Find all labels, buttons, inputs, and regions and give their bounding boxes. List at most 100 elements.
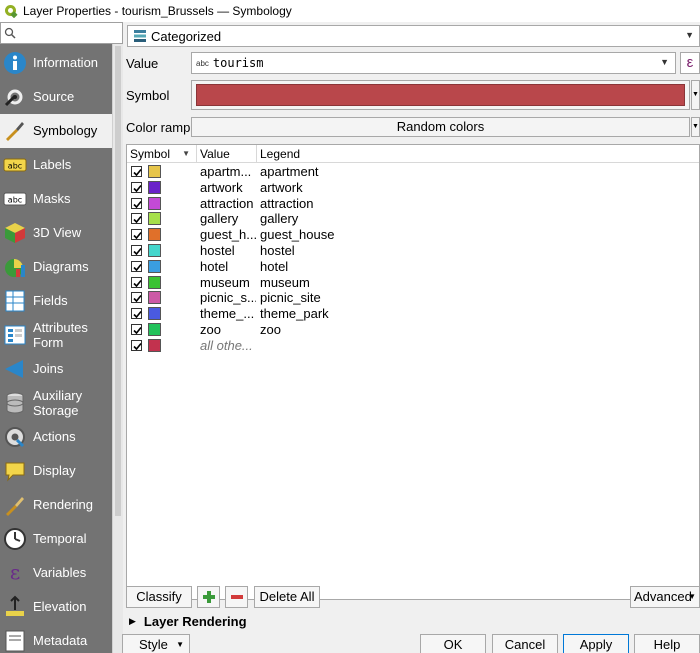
symbol-swatch[interactable]	[148, 338, 161, 352]
layer-rendering-section[interactable]: ▶ Layer Rendering	[129, 614, 247, 629]
category-checkbox[interactable]	[131, 229, 142, 241]
category-checkbox[interactable]	[131, 292, 142, 304]
apply-button[interactable]: Apply	[563, 634, 629, 653]
symbol-swatch[interactable]	[148, 259, 161, 273]
advanced-button[interactable]: Advanced ▼	[630, 586, 700, 608]
category-checkbox[interactable]	[131, 166, 142, 177]
column-header-value[interactable]: Value	[197, 145, 257, 163]
symbol-swatch[interactable]	[148, 180, 161, 194]
sidebar-item-variables[interactable]: ε Variables	[0, 556, 112, 590]
help-button[interactable]: Help	[634, 634, 700, 653]
sidebar-item-actions[interactable]: Actions	[0, 420, 112, 454]
checkmark-icon	[133, 184, 142, 192]
add-category-button[interactable]	[197, 586, 220, 608]
sidebar-item-3d-view[interactable]: 3D View	[0, 216, 112, 250]
column-header-symbol[interactable]: Symbol ▼	[127, 145, 197, 163]
sidebar-item-information[interactable]: Information	[0, 46, 112, 80]
symbol-swatch[interactable]	[148, 275, 161, 289]
renderer-type-select[interactable]: Categorized ▼	[127, 25, 700, 47]
3d-view-icon	[5, 223, 25, 243]
style-button[interactable]: Style ▼	[122, 634, 190, 653]
symbol-dropdown-button[interactable]: ▼	[691, 80, 700, 110]
symbol-preview	[196, 84, 685, 106]
symbol-swatch[interactable]	[148, 244, 161, 257]
table-row[interactable]: gallery gallery	[127, 211, 699, 227]
variables-icon: ε	[10, 561, 20, 584]
value-field-select[interactable]: abc tourism ▼	[191, 52, 676, 74]
sidebar-item-display[interactable]: Display	[0, 454, 112, 488]
checkmark-icon	[133, 263, 142, 271]
symbol-button[interactable]	[191, 80, 690, 110]
table-row[interactable]: artwork artwork	[127, 180, 699, 196]
sidebar-item-label: Information	[33, 55, 99, 70]
symbol-swatch[interactable]	[148, 212, 161, 226]
attributes-form-icon	[4, 325, 26, 345]
table-row[interactable]: hotel hotel	[127, 259, 699, 275]
table-row[interactable]: all othe...	[127, 338, 699, 354]
category-checkbox[interactable]	[131, 324, 142, 335]
sidebar-item-label: Attributes Form	[33, 320, 88, 350]
minus-icon	[230, 595, 243, 599]
sidebar-item-joins[interactable]: Joins	[0, 352, 112, 386]
plus-icon	[202, 591, 215, 603]
sidebar-item-rendering[interactable]: Rendering	[0, 488, 112, 522]
svg-text:ε: ε	[10, 561, 20, 584]
symbol-swatch[interactable]	[148, 165, 161, 178]
expression-button[interactable]: ε	[680, 52, 700, 74]
sidebar-item-labels[interactable]: abc Labels	[0, 148, 112, 182]
sidebar-item-temporal[interactable]: Temporal	[0, 522, 112, 556]
title-bar: Layer Properties - tourism_Brussels — Sy…	[0, 0, 700, 22]
category-value: hotel	[200, 258, 229, 274]
sidebar-item-elevation[interactable]: Elevation	[0, 590, 112, 624]
cancel-button[interactable]: Cancel	[492, 634, 558, 653]
table-row[interactable]: picnic_s... picnic_site	[127, 290, 699, 306]
remove-category-button[interactable]	[225, 586, 248, 608]
category-checkbox[interactable]	[131, 276, 142, 288]
scrollbar-thumb[interactable]	[115, 46, 121, 516]
category-value: hostel	[200, 243, 235, 258]
sidebar-scrollbar[interactable]	[112, 44, 123, 653]
category-checkbox[interactable]	[131, 181, 142, 193]
symbol-swatch[interactable]	[148, 307, 161, 321]
sidebar-item-auxiliary-storage[interactable]: Auxiliary Storage	[0, 386, 112, 420]
sidebar-item-source[interactable]: Source	[0, 80, 112, 114]
category-checkbox[interactable]	[131, 213, 142, 225]
table-row[interactable]: attraction attraction	[127, 196, 699, 212]
table-row[interactable]: theme_... theme_park	[127, 306, 699, 322]
symbol-swatch[interactable]	[148, 291, 161, 305]
svg-text:abc: abc	[8, 196, 22, 205]
sidebar-item-label: Variables	[33, 565, 87, 580]
sidebar-item-attributes-form[interactable]: Attributes Form	[0, 318, 112, 352]
category-legend: theme_park	[260, 306, 329, 322]
table-row[interactable]: zoo zoo	[127, 322, 699, 338]
sidebar-search-input[interactable]	[0, 22, 123, 44]
sidebar-item-fields[interactable]: Fields	[0, 284, 112, 318]
table-row[interactable]: hostel hostel	[127, 243, 699, 259]
chevron-down-icon: ▼	[688, 592, 696, 601]
column-header-legend[interactable]: Legend	[257, 145, 699, 163]
category-checkbox[interactable]	[131, 245, 142, 256]
classify-button[interactable]: Classify	[126, 586, 192, 608]
ok-button[interactable]: OK	[420, 634, 486, 653]
sidebar-item-masks[interactable]: abc Masks	[0, 182, 112, 216]
category-checkbox[interactable]	[131, 197, 142, 209]
labels-icon: abc	[3, 158, 27, 172]
sidebar-item-metadata[interactable]: Metadata	[0, 624, 112, 653]
color-ramp-dropdown-button[interactable]: ▼	[691, 117, 700, 137]
table-row[interactable]: guest_h... guest_house	[127, 227, 699, 243]
delete-all-button[interactable]: Delete All	[254, 586, 320, 608]
category-checkbox[interactable]	[131, 260, 142, 272]
sidebar-item-symbology[interactable]: Symbology	[0, 114, 112, 148]
color-ramp-button[interactable]: Random colors	[191, 117, 690, 137]
symbol-swatch[interactable]	[148, 196, 161, 210]
category-checkbox[interactable]	[131, 339, 142, 351]
sidebar-item-label: Symbology	[33, 123, 98, 138]
category-checkbox[interactable]	[131, 308, 142, 320]
table-row[interactable]: apartm... apartment	[127, 164, 699, 180]
sidebar-item-label: Source	[33, 89, 75, 104]
sidebar-item-diagrams[interactable]: Diagrams	[0, 250, 112, 284]
table-header: Symbol ▼ Value Legend	[127, 145, 699, 163]
symbol-swatch[interactable]	[148, 228, 161, 242]
symbol-swatch[interactable]	[148, 323, 161, 336]
table-row[interactable]: museum museum	[127, 275, 699, 291]
